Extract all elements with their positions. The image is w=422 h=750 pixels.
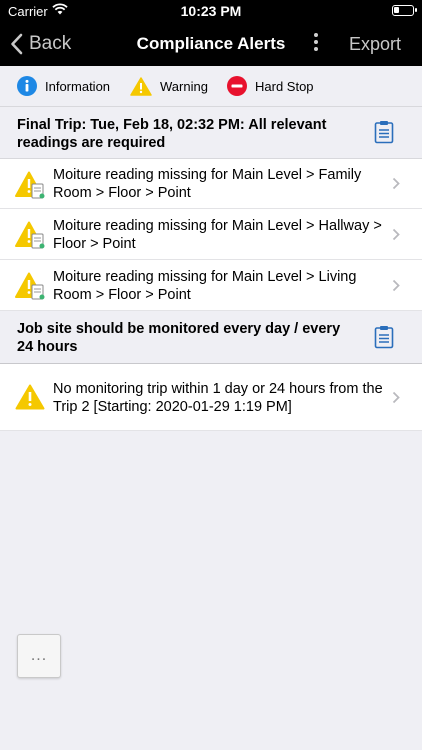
warning-icon (15, 384, 45, 415)
clock: 10:23 PM (180, 3, 242, 19)
legend-information: Information (17, 66, 110, 106)
chevron-right-icon (392, 279, 400, 297)
battery-icon (392, 5, 417, 16)
chevron-left-icon (11, 33, 23, 55)
alert-row[interactable]: Moiture reading missing for Main Level >… (0, 260, 422, 311)
alert-row-text: Moiture reading missing for Main Level >… (53, 167, 362, 201)
warning-icon (130, 76, 152, 96)
chevron-right-icon (392, 228, 400, 246)
alert-row-text: Moiture reading missing for Main Level >… (53, 218, 382, 252)
section-header-final-trip: Final Trip: Tue, Feb 18, 02:32 PM: All r… (0, 106, 422, 158)
alert-row[interactable]: Moiture reading missing for Main Level >… (0, 158, 422, 209)
status-bar: Carrier 10:23 PM (0, 0, 422, 22)
alert-row-text: No monitoring trip within 1 day or 24 ho… (53, 381, 383, 415)
alert-row[interactable]: No monitoring trip within 1 day or 24 ho… (0, 363, 422, 431)
alert-row[interactable]: Moiture reading missing for Main Level >… (0, 209, 422, 260)
export-button[interactable]: Export (349, 22, 401, 66)
chevron-right-icon (392, 391, 400, 409)
legend-hard-stop-label: Hard Stop (255, 78, 314, 94)
more-options-icon[interactable] (306, 30, 326, 58)
alert-row-text: Moiture reading missing for Main Level >… (53, 269, 357, 303)
navigation-bar: Back Compliance Alerts Export (0, 22, 422, 66)
section-header-monitoring: Job site should be monitored every day /… (0, 311, 422, 363)
section-title: Job site should be monitored every day /… (17, 321, 341, 355)
warning-document-icon (15, 221, 47, 254)
section-title: Final Trip: Tue, Feb 18, 02:32 PM: All r… (17, 117, 327, 151)
hard-stop-icon (227, 76, 247, 96)
legend-information-label: Information (45, 78, 111, 94)
info-icon (17, 76, 37, 96)
warning-document-icon (15, 171, 47, 204)
legend-hard-stop: Hard Stop (227, 66, 314, 106)
back-label: Back (29, 33, 72, 54)
warning-document-icon (15, 272, 47, 305)
more-actions-button[interactable]: ... (17, 634, 61, 678)
back-button[interactable]: Back (10, 22, 71, 66)
legend-warning-label: Warning (160, 78, 208, 94)
chevron-right-icon (392, 177, 400, 195)
legend-warning: Warning (130, 66, 208, 106)
alert-legend: Information Warning Hard Stop (0, 66, 422, 106)
clipboard-icon[interactable] (374, 325, 394, 354)
clipboard-icon[interactable] (374, 120, 394, 149)
